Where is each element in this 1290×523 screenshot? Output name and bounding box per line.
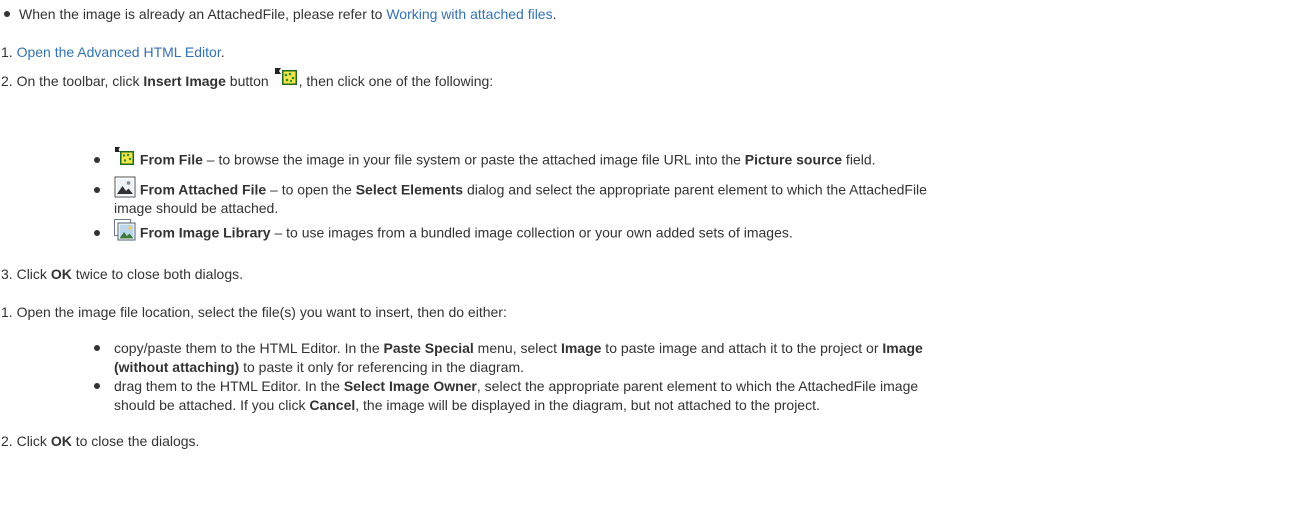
option-text: dialog and select the appropriate parent… <box>463 181 927 198</box>
step-b1: 1. Open the image file location, select … <box>1 303 507 321</box>
bullet-text: , the image will be displayed in the dia… <box>355 397 820 413</box>
image-label: Image <box>560 340 602 356</box>
step-a3: 3. Click OK twice to close both dialogs. <box>1 265 243 283</box>
bullet-text: , select the appropriate parent element … <box>476 378 919 394</box>
step-number: 1. <box>1 44 13 60</box>
option-text: – to use images from a bundled image col… <box>270 224 793 241</box>
bullet-text: drag them to the HTML Editor. In the <box>114 378 344 394</box>
intro-suffix: . <box>552 6 557 22</box>
open-advanced-html-editor-link[interactable]: Open the Advanced HTML Editor <box>17 44 221 60</box>
insert-image-label: Insert Image <box>143 73 226 89</box>
step-text: Click <box>16 266 51 282</box>
step-number: 2. <box>1 433 13 449</box>
step-number: 1. <box>1 304 13 320</box>
intro-text: When the image is already an AttachedFil… <box>19 6 387 22</box>
option-from-image-library: From Image Library – to use images from … <box>114 219 793 245</box>
step-text: Open the image file location, select the… <box>16 304 507 320</box>
option-text: – to browse the image in your file syste… <box>202 151 745 168</box>
picture-source-label: Picture source <box>744 151 843 168</box>
select-image-owner-label: Select Image Owner <box>343 378 477 394</box>
step-text: On the toolbar, click <box>16 73 144 89</box>
bullet-text: should be attached. If you click <box>114 397 310 413</box>
bullet-drag: drag them to the HTML Editor. In the Sel… <box>114 377 918 395</box>
option-text: – to open the <box>266 181 356 198</box>
bullet-dot <box>94 157 100 163</box>
bullet-dot <box>94 345 100 351</box>
cancel-label: Cancel <box>309 397 356 413</box>
ok-label: OK <box>50 266 72 282</box>
bullet-dot <box>94 230 100 236</box>
intro-line: When the image is already an AttachedFil… <box>19 5 556 23</box>
bullet-text: to paste image and attach it to the proj… <box>601 340 883 356</box>
paste-special-label: Paste Special <box>383 340 474 356</box>
step-number: 2. <box>1 73 13 89</box>
bullet-text: to paste it only for referencing in the … <box>239 359 525 375</box>
bullet-continuation: should be attached. If you click Cancel,… <box>114 396 820 414</box>
step-a1: 1. Open the Advanced HTML Editor. <box>1 43 225 61</box>
without-attaching-label: (without attaching) <box>114 359 240 375</box>
bullet-copy-paste: copy/paste them to the HTML Editor. In t… <box>114 339 923 357</box>
option-continuation: image should be attached. <box>114 199 278 217</box>
bullet-dot <box>4 11 10 17</box>
select-elements-label: Select Elements <box>355 181 464 198</box>
step-number: 3. <box>1 266 13 282</box>
from-attached-file-label: From Attached File <box>139 181 267 198</box>
insert-image-icon <box>273 65 299 89</box>
bullet-dot <box>94 187 100 193</box>
insert-image-from-file-icon <box>114 146 136 168</box>
option-text: image should be attached. <box>114 200 279 216</box>
bullet-continuation: (without attaching) to paste it only for… <box>114 358 524 376</box>
bullet-dot <box>94 383 100 389</box>
option-from-file: From File – to browse the image in your … <box>114 147 876 172</box>
step-text: button <box>225 73 273 89</box>
ok-label: OK <box>50 433 72 449</box>
step-suffix: . <box>220 44 225 60</box>
step-b2: 2. Click OK to close the dialogs. <box>1 432 199 450</box>
option-text: field. <box>842 151 876 168</box>
from-image-library-label: From Image Library <box>139 224 271 241</box>
bullet-text: menu, select <box>473 340 561 356</box>
step-text: to close the dialogs. <box>71 433 200 449</box>
step-text: twice to close both dialogs. <box>71 266 244 282</box>
from-file-label: From File <box>139 151 203 168</box>
attached-file-image-icon <box>114 176 136 198</box>
image-label: Image <box>882 340 923 356</box>
step-text: Click <box>16 433 51 449</box>
bullet-text: copy/paste them to the HTML Editor. In t… <box>114 340 384 356</box>
step-a2: 2. On the toolbar, click Insert Image bu… <box>1 66 493 96</box>
image-library-icon <box>114 219 136 241</box>
step-text: , then click one of the following: <box>298 73 494 89</box>
working-with-attached-files-link[interactable]: Working with attached files <box>386 6 552 22</box>
